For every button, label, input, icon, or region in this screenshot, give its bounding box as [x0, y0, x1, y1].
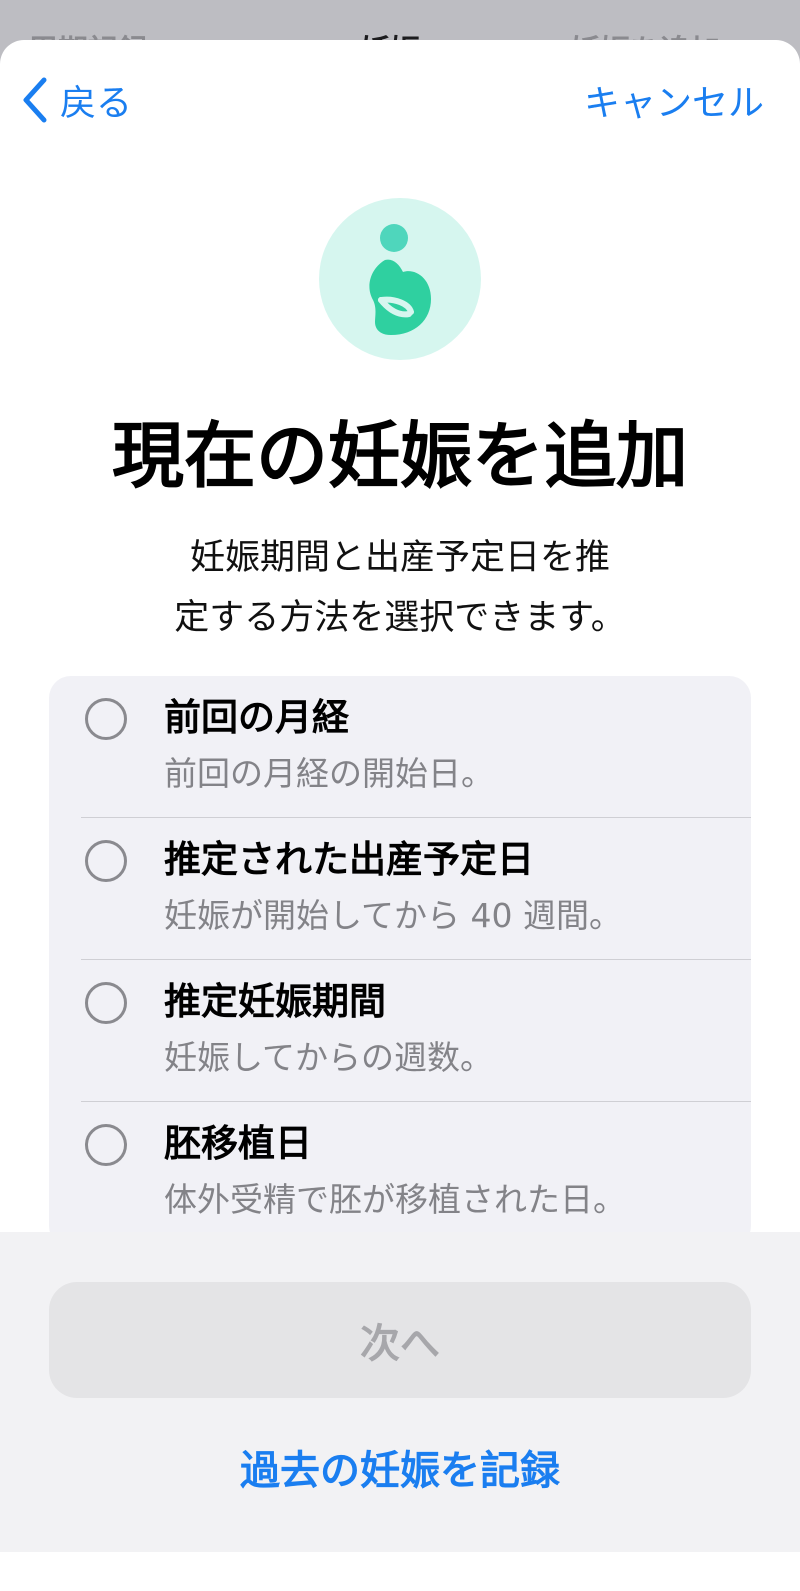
- option-title: 推定妊娠期間: [164, 980, 386, 1023]
- record-past-pregnancy-link[interactable]: 過去の妊娠を記録: [0, 1438, 800, 1496]
- method-options-list: 前回の月経 前回の月経の開始日。 推定された出産予定日 妊娠が開始してから 40…: [49, 676, 751, 1248]
- back-button-label: 戻る: [60, 83, 133, 124]
- option-description: 前回の月経の開始日。: [164, 754, 494, 793]
- option-description: 体外受精で胚が移植された日。: [164, 1180, 626, 1219]
- subtitle-line-2: 定する方法を選択できます。: [174, 598, 626, 638]
- option-title: 前回の月経: [164, 696, 349, 739]
- option-last-period[interactable]: 前回の月経 前回の月経の開始日。: [49, 676, 751, 818]
- radio-button[interactable]: [85, 840, 127, 882]
- radio-button[interactable]: [85, 982, 127, 1024]
- cancel-button[interactable]: キャンセル: [584, 70, 764, 130]
- pregnancy-icon: [319, 198, 481, 360]
- page-title: 現在の妊娠を追加: [111, 414, 688, 498]
- radio-button[interactable]: [85, 698, 127, 740]
- radio-button[interactable]: [85, 1124, 127, 1166]
- option-title: 胚移植日: [164, 1122, 312, 1165]
- option-embryo-transfer-date[interactable]: 胚移植日 体外受精で胚が移植された日。: [49, 1102, 751, 1244]
- page-subtitle: 妊娠期間と出産予定日を推 定する方法を選択できます。: [110, 528, 690, 648]
- back-button[interactable]: 戻る: [20, 70, 132, 130]
- option-description: 妊娠が開始してから 40 週間。: [164, 896, 622, 935]
- option-estimated-gestational-age[interactable]: 推定妊娠期間 妊娠してからの週数。: [49, 960, 751, 1102]
- next-button[interactable]: 次へ: [49, 1282, 751, 1398]
- option-title: 推定された出産予定日: [164, 838, 534, 881]
- option-description: 妊娠してからの週数。: [164, 1038, 494, 1077]
- subtitle-line-1: 妊娠期間と出産予定日を推: [189, 538, 610, 578]
- option-estimated-due-date[interactable]: 推定された出産予定日 妊娠が開始してから 40 週間。: [49, 818, 751, 960]
- chevron-left-icon: [23, 77, 47, 123]
